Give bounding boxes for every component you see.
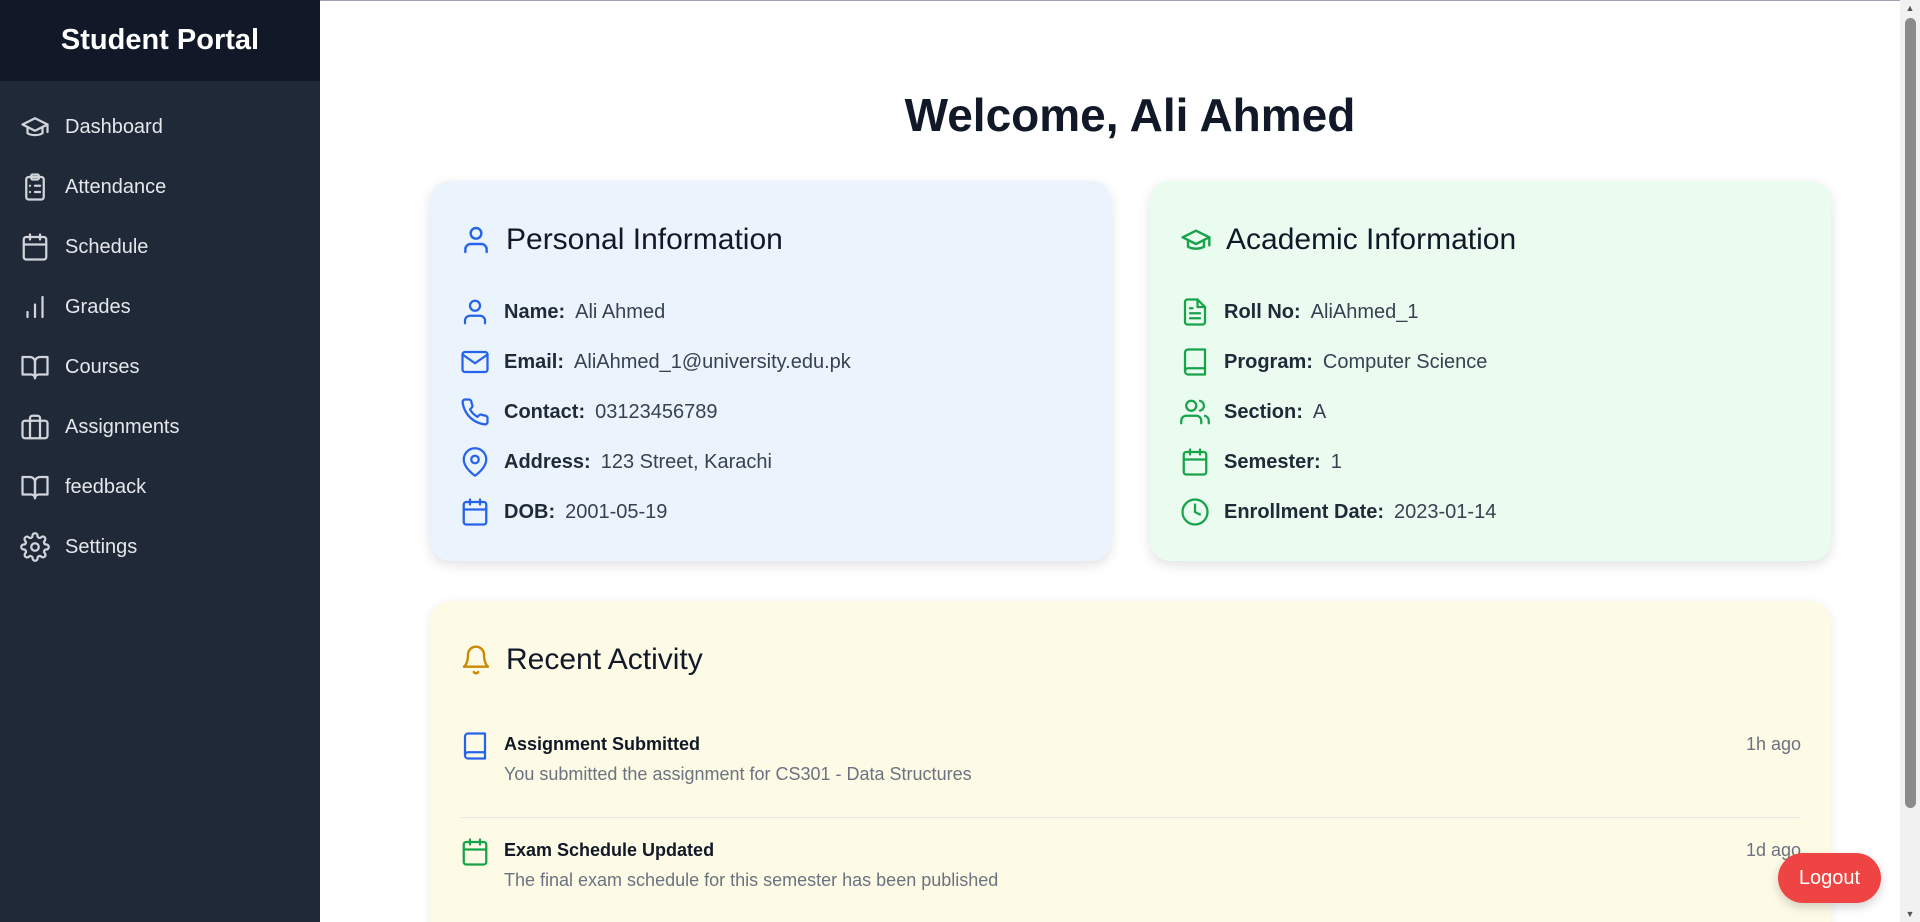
briefcase-icon	[21, 414, 49, 440]
scrollbar-thumb[interactable]	[1905, 18, 1916, 808]
list-item[interactable]: Exam Schedule Updated The final exam sch…	[460, 817, 1801, 913]
sidebar-item-label: Attendance	[65, 175, 167, 198]
roll-no-row: Roll No: AliAhmed_1	[1180, 287, 1496, 337]
contact-row: Contact: 03123456789	[460, 387, 851, 437]
field-label: Name:	[504, 300, 566, 323]
field-label: Email:	[504, 350, 565, 373]
sidebar: Student Portal Dashboard Attendance Sche…	[0, 0, 320, 922]
semester-row: Semester: 1	[1180, 437, 1496, 487]
personal-info-card: Personal Information Name: Ali Ahmed Ema…	[430, 181, 1111, 561]
field-value: 1	[1330, 450, 1342, 473]
activity-description: You submitted the assignment for CS301 -…	[504, 764, 972, 784]
field-label: Program:	[1224, 350, 1313, 373]
field-label: DOB:	[504, 500, 556, 523]
academic-info-title: Academic Information	[1226, 223, 1517, 256]
activity-description: The final exam schedule for this semeste…	[504, 870, 999, 890]
academic-info-rows: Roll No: AliAhmed_1 Program: Computer Sc…	[1180, 287, 1496, 537]
calendar-icon	[462, 838, 488, 866]
personal-info-rows: Name: Ali Ahmed Email: AliAhmed_1@univer…	[460, 287, 851, 537]
recent-activity-title: Recent Activity	[506, 643, 703, 676]
brand-title: Student Portal	[0, 0, 320, 81]
calendar-icon	[22, 233, 48, 261]
user-icon	[464, 226, 488, 254]
book-open-icon	[21, 475, 49, 500]
field-label: Roll No:	[1224, 300, 1301, 323]
recent-activity-header: Recent Activity	[460, 643, 703, 677]
activity-title: Exam Schedule Updated	[504, 840, 715, 860]
enrollment-date-row: Enrollment Date: 2023-01-14	[1180, 487, 1496, 537]
sidebar-item-label: feedback	[65, 475, 147, 498]
field-value: AliAhmed_1@university.edu.pk	[574, 350, 851, 373]
activity-list: Assignment Submitted You submitted the a…	[460, 721, 1801, 913]
sidebar-item-grades[interactable]: Grades	[0, 277, 320, 337]
field-label: Semester:	[1224, 450, 1321, 473]
scroll-up-arrow-icon[interactable]: ▲	[1904, 2, 1916, 14]
academic-info-card: Academic Information Roll No: AliAhmed_1…	[1150, 181, 1831, 561]
sidebar-item-feedback[interactable]: feedback	[0, 457, 320, 517]
sidebar-item-label: Dashboard	[65, 115, 163, 138]
field-value: 2001-05-19	[565, 500, 668, 523]
sidebar-item-label: Courses	[65, 355, 140, 378]
page-title: Welcome, Ali Ahmed	[904, 89, 1356, 141]
book-open-icon	[21, 355, 49, 380]
field-label: Enrollment Date:	[1224, 500, 1385, 523]
scroll-down-arrow-icon[interactable]: ▼	[1904, 908, 1916, 920]
top-border	[320, 0, 1920, 1]
sidebar-item-courses[interactable]: Courses	[0, 337, 320, 397]
calendar-icon	[462, 498, 488, 526]
sidebar-item-label: Assignments	[65, 415, 180, 438]
file-text-icon	[1183, 298, 1207, 326]
logout-button[interactable]: Logout	[1778, 853, 1881, 903]
sidebar-item-dashboard[interactable]: Dashboard	[0, 97, 320, 157]
sidebar-item-assignments[interactable]: Assignments	[0, 397, 320, 457]
graduation-cap-icon	[21, 117, 49, 137]
recent-activity-card: Recent Activity Assignment Submitted You…	[430, 601, 1831, 922]
name-row: Name: Ali Ahmed	[460, 287, 851, 337]
personal-info-title: Personal Information	[506, 223, 783, 256]
book-icon	[463, 732, 487, 760]
field-value: AliAhmed_1	[1310, 300, 1419, 323]
email-row: Email: AliAhmed_1@university.edu.pk	[460, 337, 851, 387]
mail-icon	[461, 350, 489, 374]
sidebar-item-attendance[interactable]: Attendance	[0, 157, 320, 217]
program-row: Program: Computer Science	[1180, 337, 1496, 387]
clock-icon	[1181, 498, 1209, 526]
section-row: Section: A	[1180, 387, 1496, 437]
bar-chart-icon	[26, 295, 44, 319]
clipboard-list-icon	[25, 173, 45, 201]
address-row: Address: 123 Street, Karachi	[460, 437, 851, 487]
book-icon	[1183, 348, 1207, 376]
field-value: 123 Street, Karachi	[600, 450, 772, 473]
sidebar-item-settings[interactable]: Settings	[0, 517, 320, 577]
field-value: 2023-01-14	[1394, 500, 1497, 523]
field-value: A	[1312, 400, 1327, 423]
field-value: 03123456789	[595, 400, 718, 423]
gear-icon	[20, 532, 50, 562]
user-icon	[463, 299, 487, 325]
sidebar-item-label: Settings	[65, 535, 138, 558]
sidebar-item-label: Schedule	[65, 235, 149, 258]
bell-icon	[462, 645, 490, 675]
activity-title: Assignment Submitted	[504, 734, 701, 754]
scrollbar[interactable]: ▲ ▼	[1900, 0, 1920, 922]
users-icon	[1180, 399, 1210, 425]
field-value: Ali Ahmed	[575, 300, 666, 323]
field-value: Computer Science	[1322, 350, 1488, 373]
calendar-icon	[1182, 448, 1208, 476]
sidebar-item-label: Grades	[65, 295, 131, 318]
dob-row: DOB: 2001-05-19	[460, 487, 851, 537]
list-item[interactable]: Assignment Submitted You submitted the a…	[460, 721, 1801, 817]
academic-info-header: Academic Information	[1180, 223, 1516, 257]
personal-info-header: Personal Information	[460, 223, 783, 257]
graduation-cap-icon	[1181, 229, 1211, 250]
field-label: Contact:	[504, 400, 586, 423]
field-label: Address:	[504, 450, 591, 473]
map-pin-icon	[462, 447, 488, 477]
activity-time: 1h ago	[1745, 734, 1801, 754]
phone-icon	[461, 398, 489, 426]
field-label: Section:	[1224, 400, 1303, 423]
sidebar-item-schedule[interactable]: Schedule	[0, 217, 320, 277]
sidebar-nav: Dashboard Attendance Schedule Grades Cou…	[0, 81, 320, 577]
